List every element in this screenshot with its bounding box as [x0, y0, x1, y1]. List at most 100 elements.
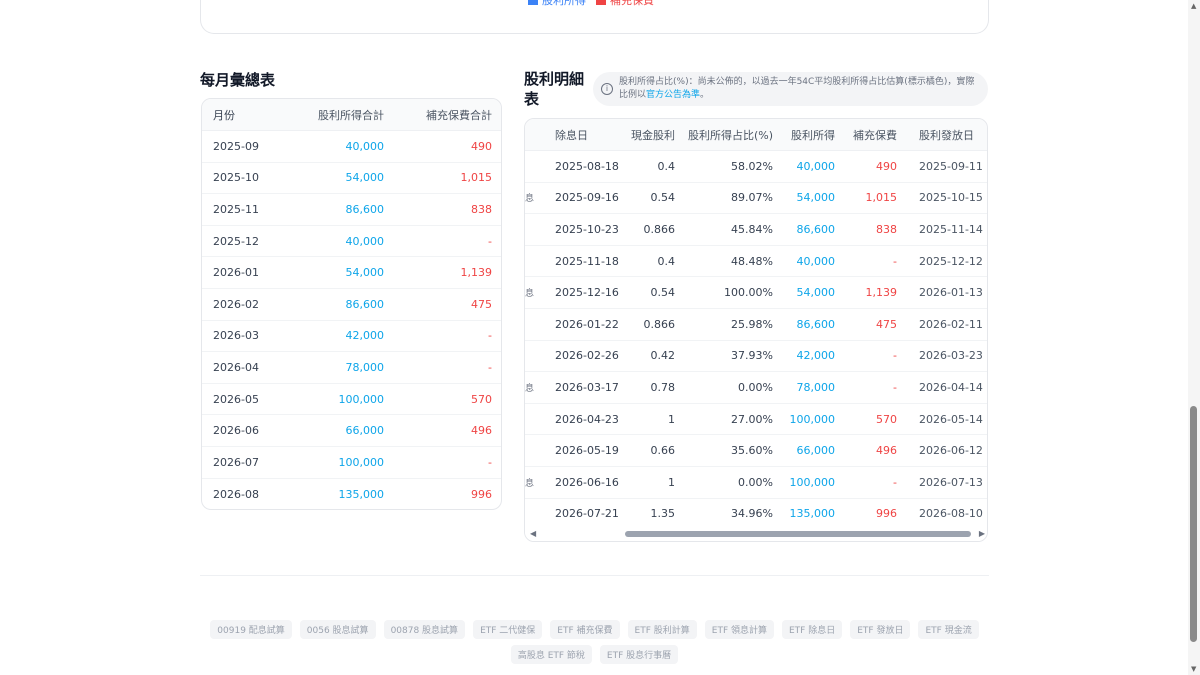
ex-dividend-date-cell: 2026-01-22	[555, 317, 619, 331]
income-ratio-cell: 48.48%	[731, 254, 773, 268]
supplementary-premium-cell: 496	[876, 444, 897, 458]
cash-dividend-cell: 1	[668, 475, 675, 489]
supplementary-premium-cell: -	[893, 349, 897, 363]
month-cell: 2026-05	[213, 392, 259, 406]
legend-item-premium[interactable]: 補充保費	[596, 0, 654, 8]
footer-tag-link[interactable]: 00919 配息試算	[210, 620, 292, 639]
table-row: 2026-08 135,000 996	[202, 479, 501, 509]
page-vertical-scrollbar[interactable]: ▲ ▼	[1188, 0, 1200, 675]
ex-dividend-date-cell: 2026-05-19	[555, 444, 619, 458]
table-row: 2026-04 78,000 -	[202, 352, 501, 384]
month-cell: 2026-03	[213, 329, 259, 343]
footer-tag-link[interactable]: ETF 股息行事曆	[599, 645, 679, 664]
scrollbar-thumb[interactable]	[625, 531, 971, 537]
chart-legend: 股利所得 補充保費	[528, 0, 654, 8]
income-total-cell: 54,000	[345, 266, 385, 280]
footer-tag-link[interactable]: ETF 補充保費	[550, 620, 620, 639]
truncated-name-cell	[525, 404, 535, 435]
scroll-up-arrow-icon[interactable]: ▲	[1191, 2, 1196, 10]
info-icon: i	[601, 83, 613, 95]
premium-total-cell: 996	[471, 487, 492, 501]
truncated-name-cell	[525, 151, 535, 182]
ex-dividend-date-cell: 2026-04-23	[555, 412, 619, 426]
income-total-cell: 100,000	[338, 455, 385, 469]
page: 股利所得 補充保費 每月彙總表 月份 股利所得合計 補充保費合計 2025-09…	[0, 0, 1200, 675]
footer-tag-link[interactable]: ETF 領息計算	[704, 620, 774, 639]
dividend-income-cell: 54,000	[796, 286, 836, 300]
premium-total-cell: 570	[471, 392, 492, 406]
table-row: 2025-12 40,000 -	[202, 226, 501, 258]
ex-dividend-date-cell: 2025-08-18	[555, 159, 619, 173]
footer-tag-link[interactable]: ETF 股利計算	[627, 620, 697, 639]
table-row: 2025-11-18 0.4 48.48% 40,000 - 2025-12-12	[525, 246, 987, 278]
truncated-name-cell	[525, 435, 535, 466]
payment-date-cell: 2026-04-14	[919, 380, 983, 394]
supplementary-premium-cell: 570	[876, 412, 897, 426]
ex-dividend-date-cell: 2026-06-16	[555, 475, 619, 489]
ex-dividend-date-cell: 2025-11-18	[555, 254, 619, 268]
income-total-cell: 42,000	[345, 329, 385, 343]
dividend-income-cell: 86,600	[796, 317, 836, 331]
ex-dividend-date-cell: 2026-07-21	[555, 507, 619, 521]
truncated-name-cell: 息	[525, 289, 535, 300]
footer-tag-link[interactable]: ETF 發放日	[850, 620, 911, 639]
info-note-text: 股利所得占比(%)：尚未公佈的，以過去一年54C平均股利所得占比估算(標示橘色)…	[619, 76, 978, 101]
legend-label-income: 股利所得	[542, 0, 586, 7]
monthly-table-body: 2025-09 40,000 490 2025-10 54,000 1,015 2025-1…	[202, 131, 501, 509]
dividend-detail-table[interactable]: 除息日 現金股利 股利所得占比(%) 股利所得 補充保費 股利發放日 2025-…	[524, 118, 988, 542]
premium-total-cell: 496	[471, 424, 492, 438]
detail-horizontal-scrollbar[interactable]: ◀ ▶	[525, 527, 987, 541]
income-ratio-cell: 37.93%	[731, 349, 773, 363]
supplementary-premium-cell: 490	[876, 159, 897, 173]
truncated-name-cell: 息	[525, 478, 535, 489]
table-row: 2025-09 40,000 490	[202, 131, 501, 163]
header-payment-date: 股利發放日	[919, 128, 974, 142]
month-cell: 2026-02	[213, 297, 259, 311]
income-ratio-cell: 58.02%	[731, 159, 773, 173]
income-total-cell: 100,000	[338, 392, 385, 406]
dividend-income-cell: 100,000	[789, 412, 836, 426]
payment-date-cell: 2026-05-14	[919, 412, 983, 426]
scroll-left-arrow-icon[interactable]: ◀	[530, 529, 536, 538]
supplementary-premium-cell: 475	[876, 317, 897, 331]
income-total-cell: 86,600	[345, 297, 385, 311]
page-scrollbar-thumb[interactable]	[1190, 406, 1197, 642]
income-ratio-cell: 0.00%	[738, 380, 773, 394]
payment-date-cell: 2025-12-12	[919, 254, 983, 268]
table-row: 2026-06 66,000 496	[202, 415, 501, 447]
payment-date-cell: 2025-10-15	[919, 191, 983, 205]
ex-dividend-date-cell: 2026-03-17	[555, 380, 619, 394]
footer-tag-link[interactable]: 高股息 ETF 節稅	[510, 645, 592, 664]
supplementary-premium-cell: 1,015	[865, 191, 898, 205]
supplementary-premium-cell: 996	[876, 507, 897, 521]
header-dividend-income: 股利所得	[791, 128, 835, 142]
table-row: 2026-04-23 1 27.00% 100,000 570 2026-05-14	[525, 404, 987, 436]
cash-dividend-cell: 0.54	[650, 191, 676, 205]
header-month: 月份	[213, 108, 235, 122]
footer-tag-link[interactable]: ETF 除息日	[782, 620, 843, 639]
cash-dividend-cell: 1	[668, 412, 675, 426]
month-cell: 2026-04	[213, 360, 259, 374]
monthly-table-header: 月份 股利所得合計 補充保費合計	[202, 99, 501, 131]
footer-tag-link[interactable]: ETF 現金流	[918, 620, 979, 639]
scroll-down-arrow-icon[interactable]: ▼	[1191, 665, 1196, 673]
official-announcement-link[interactable]: 官方公告為準	[646, 90, 700, 100]
footer-tag-link[interactable]: ETF 二代健保	[473, 620, 543, 639]
income-ratio-cell: 25.98%	[731, 317, 773, 331]
table-row: 2026-07-21 1.35 34.96% 135,000 996 2026-08-10	[525, 499, 987, 531]
month-cell: 2026-08	[213, 487, 259, 501]
income-total-cell: 66,000	[345, 424, 385, 438]
scroll-right-arrow-icon[interactable]: ▶	[979, 529, 985, 538]
footer-tag-link[interactable]: 00878 股息試算	[383, 620, 466, 639]
cash-dividend-cell: 0.78	[650, 380, 676, 394]
premium-total-cell: 475	[471, 297, 492, 311]
legend-item-income[interactable]: 股利所得	[528, 0, 586, 8]
payment-date-cell: 2026-02-11	[919, 317, 983, 331]
premium-total-cell: 490	[471, 139, 492, 153]
cash-dividend-cell: 0.42	[650, 349, 676, 363]
info-note: i 股利所得占比(%)：尚未公佈的，以過去一年54C平均股利所得占比估算(標示橘…	[593, 72, 988, 106]
table-row: 2026-03 42,000 -	[202, 321, 501, 353]
ex-dividend-date-cell: 2025-10-23	[555, 222, 619, 236]
footer-tag-link[interactable]: 0056 股息試算	[299, 620, 376, 639]
income-ratio-cell: 89.07%	[731, 191, 773, 205]
